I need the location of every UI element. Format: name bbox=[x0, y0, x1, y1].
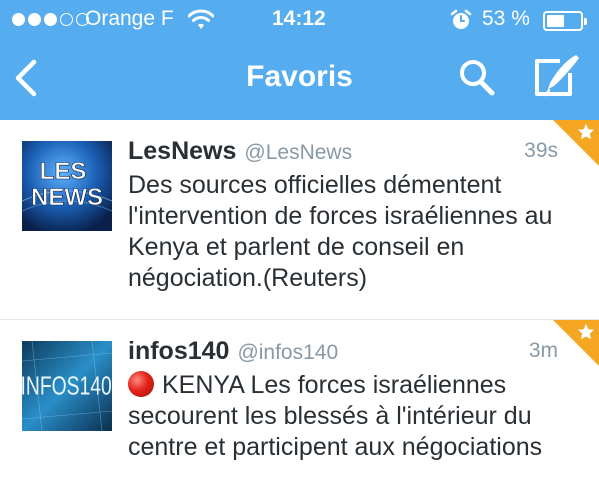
avatar-logo-text: INFOS140 bbox=[22, 371, 112, 401]
signal-dots-icon bbox=[12, 13, 89, 26]
top-bar: Orange F 14:12 53 % Favoris bbox=[0, 0, 599, 120]
search-icon[interactable] bbox=[458, 57, 496, 102]
wifi-icon bbox=[187, 9, 215, 37]
avatar-logo-line-2: NEWS bbox=[31, 184, 103, 211]
author-handle[interactable]: @LesNews bbox=[244, 141, 352, 164]
tweet-card[interactable]: INFOS140 infos140 @infos140 3m KENYA Les … bbox=[0, 320, 599, 504]
tweet-author[interactable]: LesNews @LesNews bbox=[128, 137, 352, 166]
status-bar: Orange F 14:12 53 % bbox=[0, 0, 599, 40]
tweet-text-container: KENYA Les forces israéliennes secourent … bbox=[128, 370, 588, 463]
battery-percent: 53 % bbox=[482, 7, 530, 30]
nav-bar: Favoris bbox=[0, 40, 599, 120]
author-name[interactable]: infos140 bbox=[128, 337, 229, 365]
author-handle[interactable]: @infos140 bbox=[237, 341, 338, 364]
alarm-icon bbox=[450, 9, 472, 37]
red-circle-icon bbox=[128, 371, 154, 397]
battery-icon bbox=[543, 11, 587, 31]
carrier-name: Orange F bbox=[85, 7, 174, 30]
favorite-corner-star-icon bbox=[553, 320, 599, 371]
tweet-header: LesNews @LesNews 39s bbox=[128, 137, 568, 167]
author-name[interactable]: LesNews bbox=[128, 137, 236, 165]
tweet-card[interactable]: LES NEWS LesNews @LesNews 39s Des sources… bbox=[0, 120, 599, 320]
tweet-author[interactable]: infos140 @infos140 bbox=[128, 337, 338, 366]
avatar-infos140[interactable]: INFOS140 bbox=[22, 341, 112, 431]
tweet-text: KENYA Les forces israéliennes secourent … bbox=[128, 371, 543, 461]
favorite-corner-star-icon bbox=[553, 120, 599, 171]
compose-icon[interactable] bbox=[532, 53, 582, 104]
favorites-timeline: LES NEWS LesNews @LesNews 39s Des sources… bbox=[0, 120, 599, 504]
avatar-logo-line-1: LES bbox=[40, 158, 87, 185]
tweet-text: Des sources officielles démentent l'inte… bbox=[128, 171, 553, 292]
page-title: Favoris bbox=[246, 60, 353, 93]
avatar-lesnews[interactable]: LES NEWS bbox=[22, 141, 112, 231]
clock: 14:12 bbox=[272, 7, 326, 30]
tweet-header: infos140 @infos140 3m bbox=[128, 337, 568, 367]
